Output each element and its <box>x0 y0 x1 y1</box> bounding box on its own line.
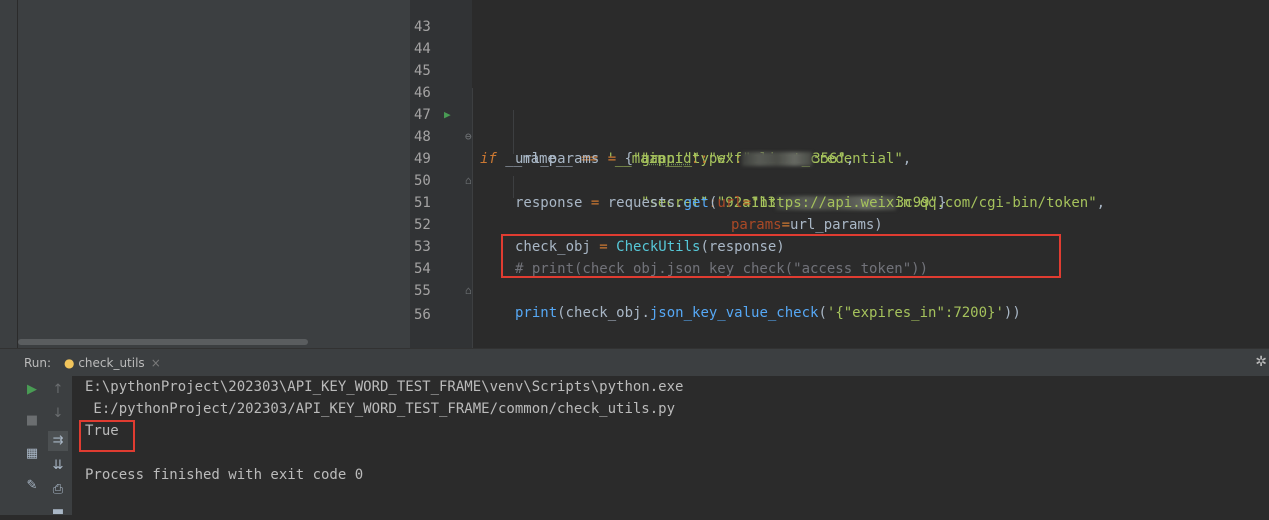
rerun-icon[interactable]: ▶ <box>24 382 40 398</box>
run-tab-check-utils[interactable]: ● check_utils × <box>64 356 161 370</box>
annotation-highlight-box <box>79 420 135 452</box>
fold-close-icon[interactable]: ⌂ <box>465 280 472 302</box>
run-tool-window-header: Run: ● check_utils × ✲ <box>0 348 1269 376</box>
code-line[interactable]: 53 # print(check_obj.json_key_check("acc… <box>410 214 1269 277</box>
run-console-output[interactable]: E:\pythonProject\202303\API_KEY_WORD_TES… <box>72 376 1269 515</box>
code-line[interactable]: 48 "appid":"wxf 356", <box>410 104 1269 167</box>
gear-icon[interactable]: ✲ <box>1255 354 1267 370</box>
code-editor[interactable]: 43 44 45 46 ▶ ⊖ if __name__ == '__main__… <box>410 0 1269 348</box>
trash-icon[interactable]: ▬ <box>50 504 66 520</box>
up-arrow-icon[interactable]: ↑ <box>50 382 66 398</box>
python-file-icon: ● <box>64 356 75 370</box>
code-line[interactable]: 50 response = requests.get(url="https://… <box>410 148 1269 211</box>
project-tool-window[interactable] <box>18 0 410 348</box>
soft-wrap-icon[interactable]: ⇉ <box>48 431 68 451</box>
code-line[interactable]: 52 check_obj = CheckUtils(response) <box>410 192 1269 255</box>
close-icon[interactable]: × <box>151 356 161 370</box>
pin-icon[interactable]: ✎ <box>24 478 40 494</box>
code-line[interactable]: 44 <box>410 16 444 57</box>
project-horizontal-scrollbar[interactable] <box>18 339 308 345</box>
code-line[interactable]: 56 <box>410 282 444 323</box>
stop-icon[interactable]: ■ <box>24 413 40 429</box>
console-line: Process finished with exit code 0 <box>85 467 364 483</box>
console-line: E:\pythonProject\202303\API_KEY_WORD_TES… <box>85 379 684 395</box>
run-label: Run: <box>24 356 52 370</box>
down-arrow-icon[interactable]: ↓ <box>50 406 66 422</box>
line-number: 56 <box>414 307 431 323</box>
console-line: E:/pythonProject/202303/API_KEY_WORD_TES… <box>85 401 676 417</box>
annotation-highlight-box <box>501 234 1061 278</box>
code-text: print(check_obj.json_key_value_check('{"… <box>515 305 1021 321</box>
left-tool-strip <box>0 0 18 348</box>
print-icon[interactable]: ⎙ <box>50 482 66 498</box>
code-line[interactable]: 51 params=url_params) <box>410 170 1269 233</box>
code-line[interactable]: 55 <box>410 258 444 299</box>
code-line[interactable]: 47 ⊖ url_params = {"grant_type":"client_… <box>410 82 1269 167</box>
run-toolbar: ▶ ↑ ■ ↓ ⇉ ▦ ⇊ ✎ ⎙ ▬ <box>0 376 72 519</box>
code-line[interactable]: 43 <box>410 0 444 35</box>
scroll-to-end-icon[interactable]: ⇊ <box>50 458 66 474</box>
layout-icon[interactable]: ▦ <box>24 446 40 462</box>
code-line[interactable]: 49 ⌂ "secret":"92a113 3c99"} <box>410 126 1269 211</box>
code-line[interactable]: 46 ▶ ⊖ if __name__ == '__main__': <box>410 60 1269 167</box>
code-line[interactable]: 45 <box>410 38 444 79</box>
